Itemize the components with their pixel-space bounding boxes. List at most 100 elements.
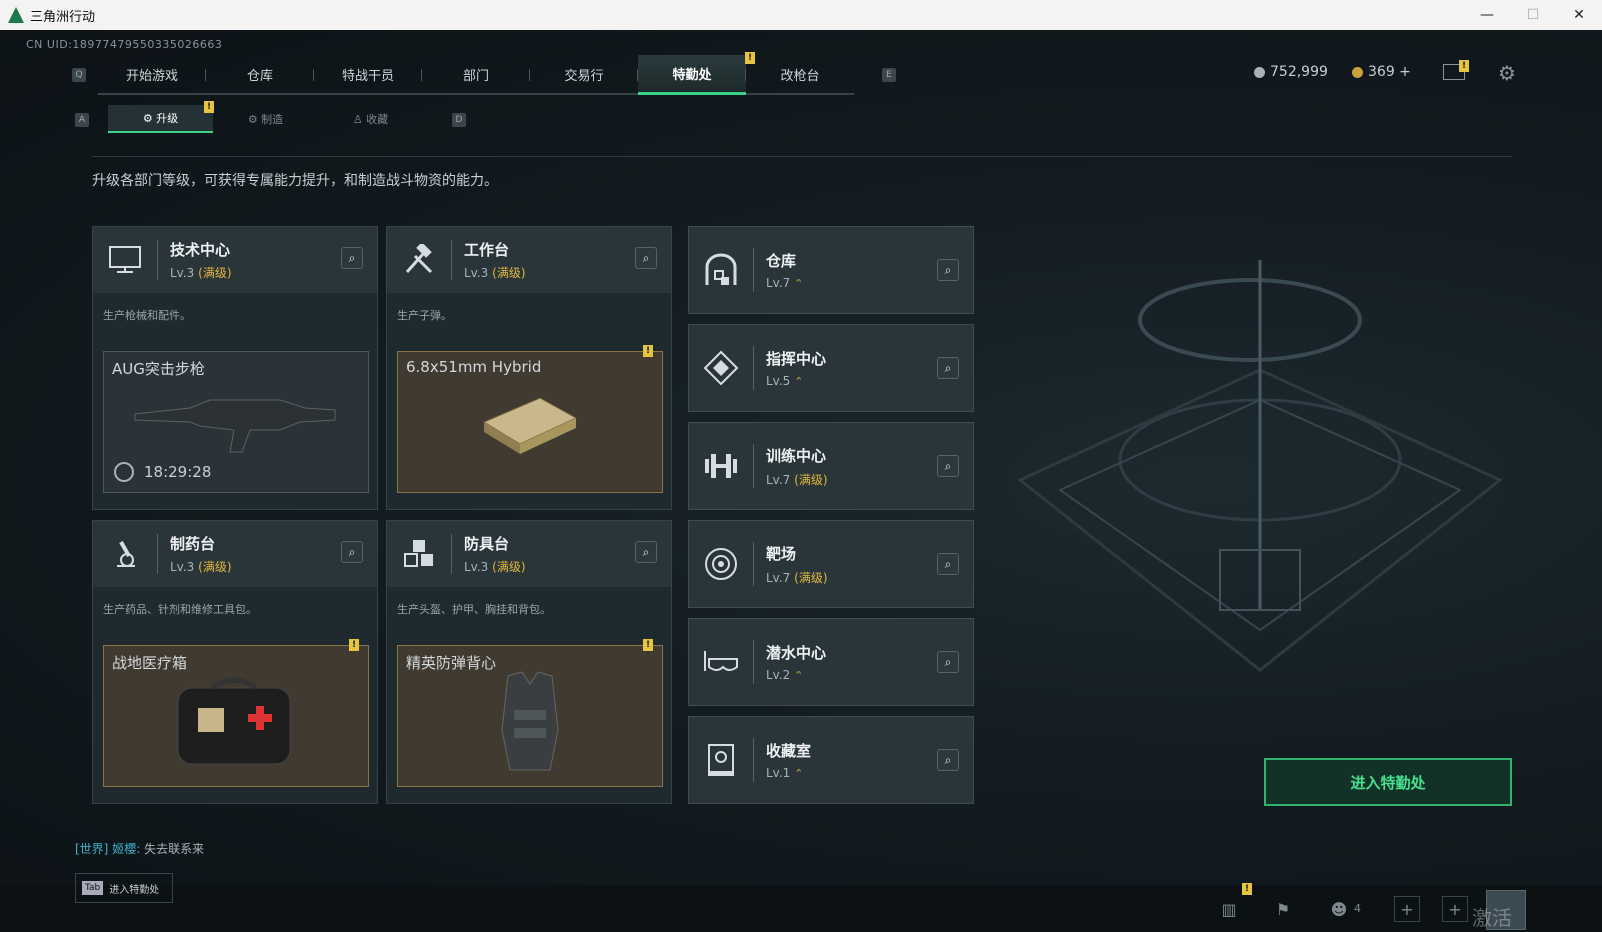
chat-user[interactable]: 姬櫻: (112, 842, 140, 856)
search-icon[interactable]: ⌕ (341, 247, 363, 269)
search-icon[interactable]: ⌕ (937, 259, 959, 281)
search-icon[interactable]: ⌕ (341, 541, 363, 563)
divider (92, 156, 1512, 157)
room-diving-center[interactable]: 潜水中心 Lv.2 ⌃ ⌕ (688, 618, 974, 706)
gear-icon[interactable]: ⚙ (1498, 61, 1516, 85)
card-tech-center[interactable]: 技术中心 Lv.3 (满级) ⌕ 生产枪械和配件。 AUG突击步枪 18:29:2… (92, 226, 378, 510)
clock-icon (114, 462, 134, 482)
app-icon (8, 7, 24, 23)
flag-icon[interactable]: ⚑ (1270, 896, 1296, 922)
card-armor-bench[interactable]: 防具台 Lv.3 (满级) ⌕ 生产头盔、护甲、胸挂和背包。 精英防弹背心 ! (386, 520, 672, 804)
upgrade-arrow-icon: ⌃ (794, 375, 804, 388)
room-level: Lv.7 (766, 570, 791, 585)
room-collection[interactable]: 收藏室 Lv.1 ⌃ ⌕ (688, 716, 974, 804)
card-level: Lv.3 (464, 560, 489, 574)
chat-line: [世界] 姬櫻: 失去联系来 (75, 840, 204, 857)
cubes-icon (387, 521, 451, 587)
room-title: 收藏室 (766, 742, 812, 760)
card-workbench[interactable]: 工作台 Lv.3 (满级) ⌕ 生产子弹。 6.8x51mm Hybrid ! (386, 226, 672, 510)
tab-hint-button[interactable]: Tab 进入特勤处 (75, 873, 173, 903)
room-title: 训练中心 (766, 446, 827, 465)
mail-badge: ! (1459, 60, 1469, 72)
search-icon[interactable]: ⌕ (937, 553, 959, 575)
add-slot-icon[interactable]: + (1394, 896, 1420, 922)
timer-value: 18:29:28 (144, 463, 212, 481)
room-title: 靶场 (766, 544, 797, 563)
gold-coin-icon (1352, 66, 1363, 78)
max-level-tag: (满级) (794, 570, 828, 585)
item-badge: ! (643, 345, 653, 357)
warehouse-icon (689, 253, 753, 287)
stats-badge: ! (1242, 883, 1252, 895)
close-button[interactable]: ✕ (1556, 0, 1602, 30)
friends-count: 4 (1354, 902, 1361, 915)
search-icon[interactable]: ⌕ (635, 541, 657, 563)
search-icon[interactable]: ⌕ (937, 749, 959, 771)
room-level: Lv.7 (766, 276, 791, 290)
item-label: AUG突击步枪 (112, 360, 205, 378)
subtab-collection[interactable]: ♙ 收藏 (318, 105, 423, 133)
card-title: 制药台 (170, 535, 216, 553)
max-level-tag: (满级) (794, 472, 828, 487)
key-e-hint: E (882, 68, 896, 82)
add-slot-icon[interactable]: + (1442, 896, 1468, 922)
friends-icon[interactable]: ☻ (1326, 896, 1352, 922)
craft-item-ammo[interactable]: 6.8x51mm Hybrid (397, 351, 663, 493)
tab-hint-label: 进入特勤处 (109, 884, 160, 896)
room-warehouse[interactable]: 仓库 Lv.7 ⌃ ⌕ (688, 226, 974, 314)
card-desc: 生产头盔、护甲、胸挂和背包。 (397, 603, 551, 616)
craft-item-aug[interactable]: AUG突击步枪 18:29:28 (103, 351, 369, 493)
craft-item-vest[interactable]: 精英防弹背心 (397, 645, 663, 787)
search-icon[interactable]: ⌕ (937, 357, 959, 379)
room-level: Lv.1 (766, 766, 791, 780)
upgrade-arrow-icon: ⌃ (794, 767, 804, 780)
search-icon[interactable]: ⌕ (635, 247, 657, 269)
diving-mask-icon (689, 647, 753, 677)
bottom-bar (0, 885, 1602, 932)
uid-label: CN UID:18977479550335026663 (26, 38, 223, 51)
tab-trade[interactable]: 交易行 (530, 55, 638, 93)
card-desc: 生产子弹。 (397, 309, 452, 322)
tab-start-game[interactable]: 开始游戏 (98, 55, 206, 93)
tab-warehouse[interactable]: 仓库 (206, 55, 314, 93)
search-icon[interactable]: ⌕ (937, 455, 959, 477)
tab-departments[interactable]: 部门 (422, 55, 530, 93)
item-badge: ! (349, 639, 359, 651)
card-title: 工作台 (464, 241, 510, 259)
tab-gunsmith[interactable]: 改枪台 (746, 55, 854, 93)
tab-special-ops[interactable]: 特勤处 (638, 55, 746, 95)
room-shooting-range[interactable]: 靶场 Lv.7 (满级) ⌕ (688, 520, 974, 608)
notification-badge: ! (745, 52, 755, 64)
window-titlebar: 三角洲行动 — ☐ ✕ (0, 0, 1602, 30)
silver-coin-icon (1254, 66, 1265, 78)
tab-operators[interactable]: 特战干员 (314, 55, 422, 93)
room-level: Lv.2 (766, 668, 791, 682)
silver-currency: 752,999 (1254, 64, 1328, 80)
search-icon[interactable]: ⌕ (937, 651, 959, 673)
key-a-hint: A (75, 113, 89, 127)
room-title: 潜水中心 (766, 644, 827, 662)
card-pharmacy[interactable]: 制药台 Lv.3 (满级) ⌕ 生产药品、针剂和维修工具包。 战地医疗箱 ! (92, 520, 378, 804)
minimize-button[interactable]: — (1464, 0, 1510, 30)
craft-item-medkit[interactable]: 战地医疗箱 (103, 645, 369, 787)
intro-text: 升级各部门等级，可获得专属能力提升，和制造战斗物资的能力。 (92, 173, 498, 189)
chat-message: 失去联系来 (144, 842, 205, 856)
chat-channel: [世界] (75, 842, 109, 856)
gold-currency[interactable]: 369 + (1352, 64, 1411, 80)
room-training-center[interactable]: 训练中心 Lv.7 (满级) ⌕ (688, 422, 974, 510)
maximize-button[interactable]: ☐ (1510, 0, 1556, 30)
item-label: 6.8x51mm Hybrid (406, 358, 542, 376)
ammo-box-image (482, 397, 578, 454)
tab-key: Tab (82, 881, 104, 895)
enter-special-ops-button[interactable]: 进入特勤处 (1264, 758, 1512, 806)
upgrade-arrow-icon: ⌃ (794, 669, 804, 682)
game-area: CN UID:18977479550335026663 Q 开始游戏 仓库 特战… (0, 30, 1602, 932)
subtab-craft[interactable]: ⚙ 制造 (213, 105, 318, 133)
stats-icon[interactable]: ▥ (1216, 896, 1242, 922)
room-command-center[interactable]: 指挥中心 Lv.5 ⌃ ⌕ (688, 324, 974, 412)
card-level: Lv.3 (170, 560, 195, 574)
windows-watermark: 激活 Windows (1472, 906, 1561, 932)
microscope-icon (93, 521, 157, 587)
subtab-upgrade[interactable]: ⚙ 升级 (108, 105, 213, 133)
window-title: 三角洲行动 (30, 9, 96, 25)
